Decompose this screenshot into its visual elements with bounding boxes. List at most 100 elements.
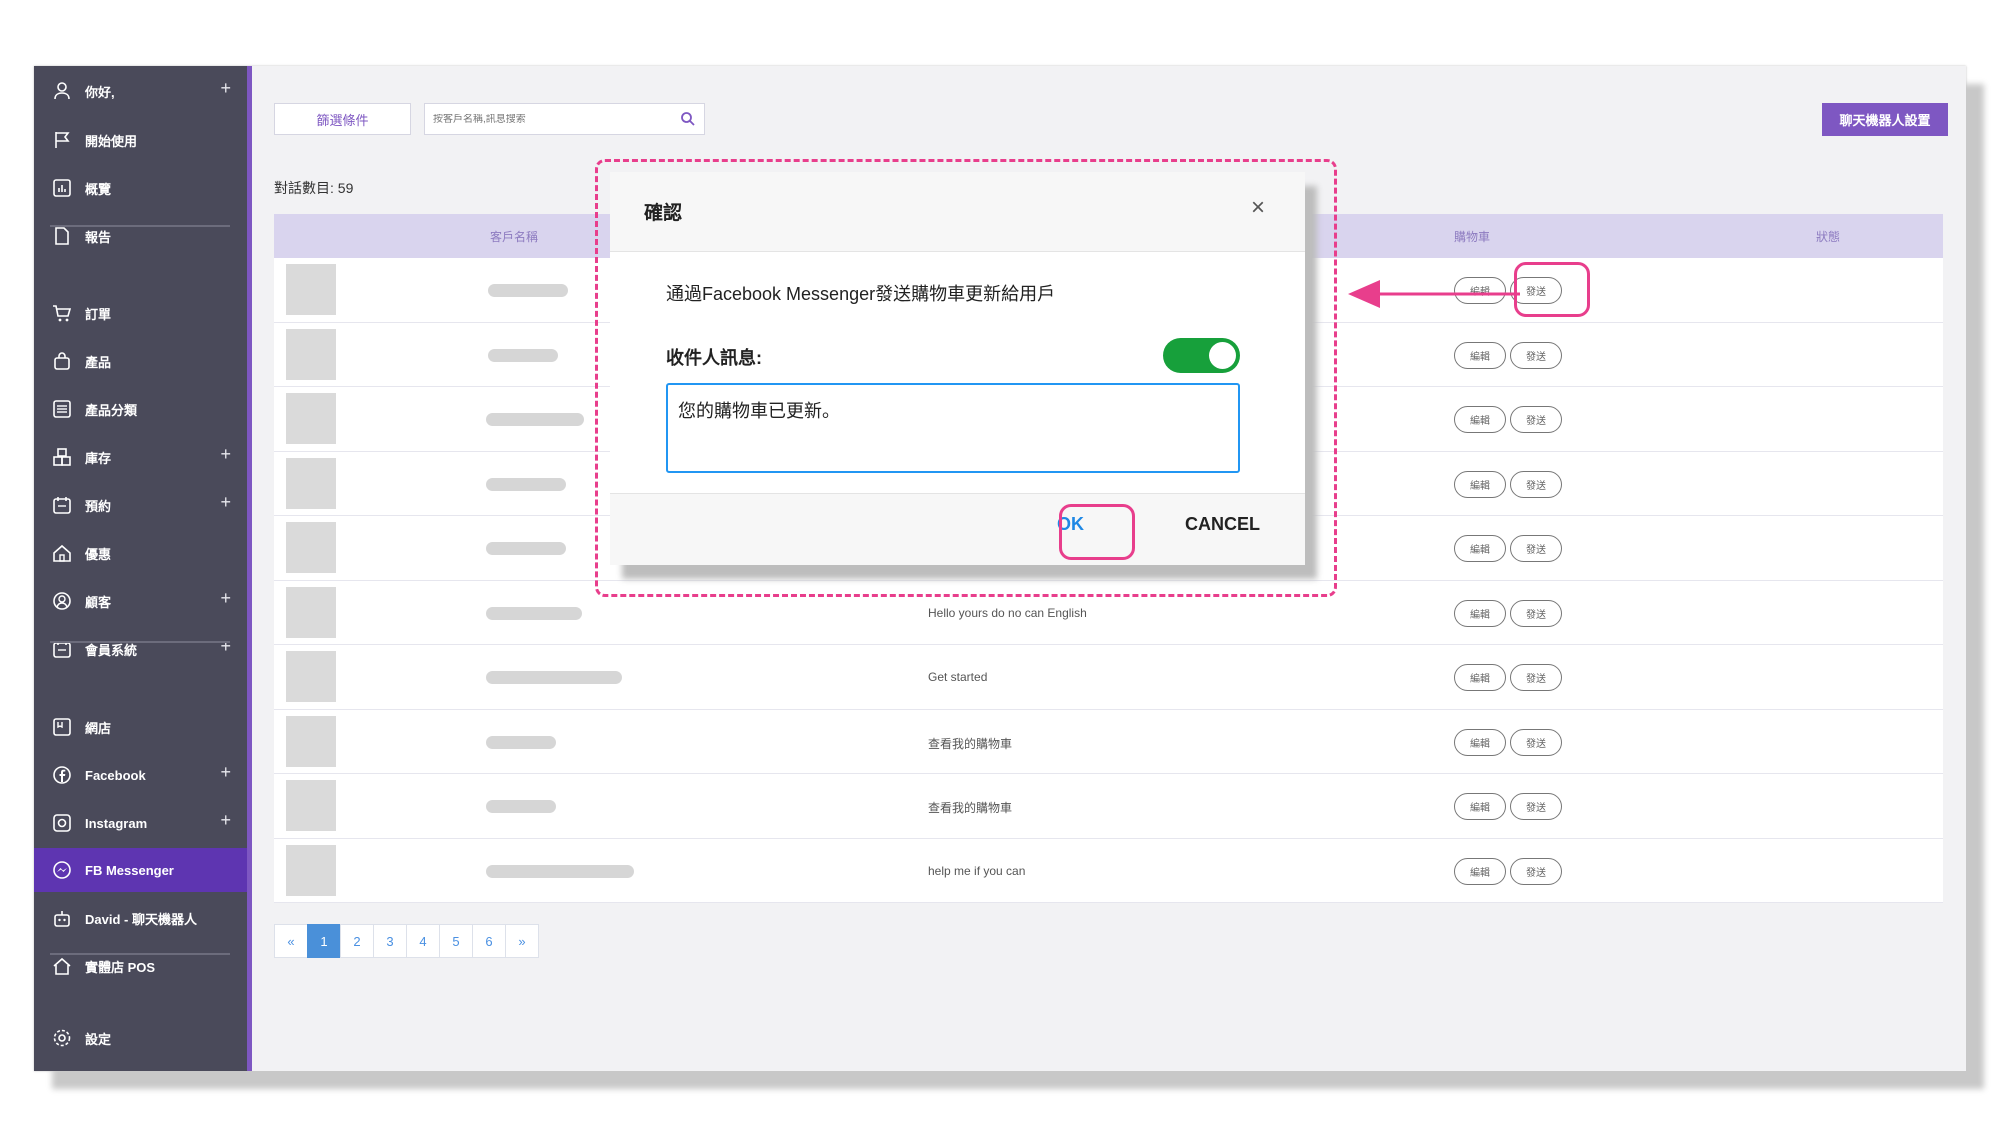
pagination-next[interactable]: »: [505, 924, 539, 958]
pagination-page[interactable]: 5: [439, 924, 473, 958]
sidebar-item[interactable]: 實體店 POS: [34, 944, 247, 988]
sidebar-item-label: 產品: [85, 354, 112, 370]
sidebar-item[interactable]: 概覽: [34, 166, 247, 210]
customer-avatar: [286, 393, 336, 444]
expand-plus-icon[interactable]: +: [220, 810, 231, 831]
sidebar-item[interactable]: 優惠: [34, 531, 247, 575]
send-button[interactable]: 發送: [1510, 793, 1562, 820]
sidebar-item[interactable]: Instagram +: [34, 801, 247, 845]
document-icon: [51, 225, 73, 247]
sidebar-item[interactable]: 報告: [34, 214, 247, 258]
sidebar-item[interactable]: 網店: [34, 705, 247, 749]
pagination-page[interactable]: 2: [340, 924, 374, 958]
send-button[interactable]: 發送: [1510, 728, 1562, 756]
sidebar-item[interactable]: 你好, +: [34, 69, 247, 113]
pagination-page[interactable]: 4: [406, 924, 440, 958]
customer-name-placeholder: [486, 671, 622, 684]
search-icon[interactable]: [680, 111, 696, 132]
column-header-status: 狀態: [1816, 230, 1841, 244]
recipient-message-toggle[interactable]: [1163, 338, 1240, 373]
send-button[interactable]: 發送: [1510, 470, 1562, 498]
customer-name-placeholder: [488, 348, 558, 362]
home-tag-icon: [51, 542, 73, 564]
sidebar-item-label: 產品分類: [85, 402, 138, 418]
customer-avatar: [286, 651, 336, 702]
edit-button[interactable]: 編輯: [1454, 341, 1506, 369]
facebook-icon: [51, 764, 73, 786]
table-row[interactable]: Get started 編輯 發送: [274, 645, 1943, 710]
expand-plus-icon[interactable]: +: [220, 636, 231, 657]
send-button[interactable]: 發送: [1510, 341, 1562, 369]
last-message: Get started: [928, 670, 988, 684]
edit-button[interactable]: 編輯: [1454, 470, 1506, 498]
user-icon: [51, 80, 73, 102]
edit-button[interactable]: 編輯: [1454, 406, 1506, 433]
cart-icon: [51, 302, 73, 324]
sidebar-item[interactable]: FB Messenger: [34, 848, 247, 892]
customer-icon: [51, 590, 73, 612]
calendar-icon: [51, 494, 73, 516]
table-row[interactable]: 查看我的購物車 編輯 發送: [274, 709, 1943, 774]
expand-plus-icon[interactable]: +: [220, 78, 231, 99]
sidebar-item[interactable]: 庫存 +: [34, 435, 247, 479]
table-row[interactable]: help me if you can 編輯 發送: [274, 838, 1943, 903]
pagination-page[interactable]: 6: [472, 924, 506, 958]
sidebar-item[interactable]: 會員系統 +: [34, 627, 247, 671]
recipient-message-field[interactable]: [666, 383, 1240, 473]
instagram-icon: [51, 812, 73, 834]
messenger-icon: [51, 859, 73, 881]
send-button[interactable]: 發送: [1510, 406, 1562, 433]
sidebar-item[interactable]: 產品: [34, 339, 247, 383]
pagination-prev[interactable]: «: [274, 924, 308, 958]
edit-button[interactable]: 編輯: [1454, 857, 1506, 885]
dialog-footer: OK CANCEL: [610, 493, 1305, 565]
column-header-cart: 購物車: [1454, 230, 1491, 244]
customer-name-placeholder: [486, 800, 556, 813]
pagination-page[interactable]: 3: [373, 924, 407, 958]
sidebar-item[interactable]: 預約 +: [34, 483, 247, 527]
send-button[interactable]: 發送: [1510, 664, 1562, 691]
sidebar-item-label: Instagram: [85, 815, 148, 831]
sidebar-item[interactable]: Facebook +: [34, 753, 247, 797]
edit-button[interactable]: 編輯: [1454, 599, 1506, 627]
send-button[interactable]: 發送: [1510, 857, 1562, 885]
expand-plus-icon[interactable]: +: [220, 762, 231, 783]
sidebar-divider: [50, 225, 230, 227]
expand-plus-icon[interactable]: +: [220, 588, 231, 609]
flag-icon: [51, 129, 73, 151]
sidebar-item-label: 預約: [85, 498, 112, 514]
filter-button[interactable]: 篩選條件: [274, 103, 411, 135]
sidebar-item[interactable]: 訂單: [34, 291, 247, 335]
shop-icon: [51, 955, 73, 977]
edit-button[interactable]: 編輯: [1454, 793, 1506, 820]
send-button[interactable]: 發送: [1510, 599, 1562, 627]
edit-button[interactable]: 編輯: [1454, 664, 1506, 691]
sidebar-item-label: 優惠: [85, 546, 112, 562]
sidebar-item[interactable]: David - 聊天機器人: [34, 896, 247, 940]
close-icon[interactable]: ×: [1251, 194, 1265, 222]
search-input[interactable]: [433, 113, 673, 125]
edit-button[interactable]: 編輯: [1454, 728, 1506, 756]
send-button-highlight: [1514, 262, 1590, 317]
customer-avatar: [286, 586, 336, 638]
sidebar-item[interactable]: 開始使用: [34, 118, 247, 162]
sidebar-item[interactable]: 產品分類: [34, 387, 247, 431]
edit-button[interactable]: 編輯: [1454, 535, 1506, 562]
pagination-page[interactable]: 1: [307, 924, 341, 958]
search-box: [424, 103, 705, 135]
chatbot-settings-button[interactable]: 聊天機器人設置: [1822, 103, 1948, 136]
customer-name-placeholder: [486, 735, 556, 749]
send-button[interactable]: 發送: [1510, 535, 1562, 562]
customer-name-placeholder: [486, 413, 584, 426]
toggle-knob: [1209, 342, 1236, 369]
expand-plus-icon[interactable]: +: [220, 444, 231, 465]
table-row[interactable]: 查看我的購物車 編輯 發送: [274, 774, 1943, 839]
cancel-button[interactable]: CANCEL: [1185, 514, 1260, 535]
sidebar-item[interactable]: 設定: [34, 1016, 247, 1060]
sidebar-item-label: Facebook: [85, 767, 146, 783]
customer-name-placeholder: [486, 477, 566, 491]
sidebar-item[interactable]: 顧客 +: [34, 579, 247, 623]
sidebar: 你好, + 開始使用 概覽 報告 訂單 產品 產品分類 庫存 + 預約 + 優惠 顧客 + 會員系統 + 網店 Fa…: [34, 66, 252, 1071]
list-icon: [51, 398, 73, 420]
expand-plus-icon[interactable]: +: [220, 492, 231, 513]
